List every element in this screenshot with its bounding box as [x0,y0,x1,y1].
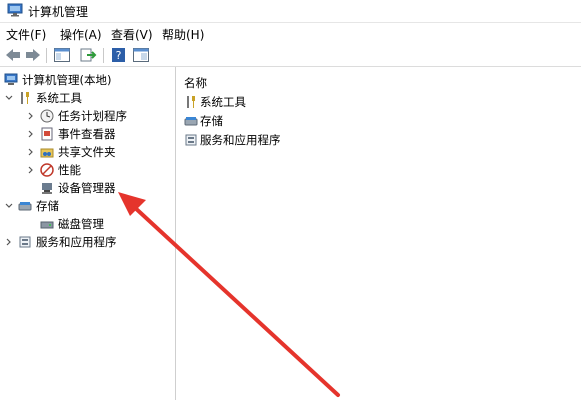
svg-text:?: ? [116,49,122,62]
performance-icon [40,163,54,177]
tree-label: 存储 [36,199,59,213]
list-item[interactable]: 系统工具 [184,93,384,111]
tree-item-device-manager[interactable]: 设备管理器 [26,179,174,197]
tree-item-event-viewer[interactable]: 事件查看器 [26,125,174,143]
list-item[interactable]: 存储 [184,112,384,130]
tree-label: 设备管理器 [58,181,116,195]
computer-management-icon [7,3,23,17]
chevron-down-icon[interactable] [4,89,14,107]
toolbar-separator [46,48,47,63]
tree-item-performance[interactable]: 性能 [26,161,174,179]
clock-icon [40,109,54,123]
menu-file[interactable]: 文件(F) [6,26,46,43]
tree-item-services-apps[interactable]: 服务和应用程序 [4,233,174,251]
tree-item-system-tools[interactable]: 系统工具 [4,89,174,107]
forward-icon[interactable] [24,47,42,63]
tree-label: 事件查看器 [58,127,116,141]
disk-icon [40,217,54,231]
tree-label: 服务和应用程序 [36,235,117,249]
device-manager-icon [40,181,54,195]
tools-icon [184,95,198,109]
tree-item-storage[interactable]: 存储 [4,197,174,215]
chevron-right-icon[interactable] [26,143,36,161]
navigation-tree: 计算机管理(本地) 系统工具 任务计划程序 事件查看器 共享文件夹 性能 设备管… [0,67,176,400]
chevron-right-icon[interactable] [26,125,36,143]
menu-action[interactable]: 操作(A) [60,26,102,43]
tree-label: 计算机管理(本地) [22,73,112,87]
tree-label: 性能 [58,163,81,177]
tree-label: 磁盘管理 [58,217,104,231]
title-bar: 计算机管理 [0,0,581,23]
shared-folder-icon [40,145,54,159]
event-viewer-icon [40,127,54,141]
export-icon[interactable] [79,47,97,63]
column-header-name[interactable]: 名称 [184,75,207,91]
computer-management-icon [4,73,18,87]
chevron-right-icon[interactable] [26,107,36,125]
tree-label: 共享文件夹 [58,145,116,159]
chevron-right-icon[interactable] [26,161,36,179]
list-item[interactable]: 服务和应用程序 [184,131,384,149]
services-icon [184,133,198,147]
storage-icon [18,199,32,213]
help-icon[interactable]: ? [110,47,128,63]
list-item-label: 存储 [200,114,223,128]
services-icon [18,235,32,249]
details-pane: 名称 系统工具 存储 服务和应用程序 [176,67,581,400]
chevron-down-icon[interactable] [4,197,14,215]
toolbar-separator [103,48,104,63]
tree-item-shared-folders[interactable]: 共享文件夹 [26,143,174,161]
chevron-right-icon[interactable] [4,233,14,251]
list-item-label: 系统工具 [200,95,246,109]
storage-icon [184,114,198,128]
menu-help[interactable]: 帮助(H) [162,26,204,43]
properties-icon[interactable] [132,47,150,63]
back-icon[interactable] [4,47,22,63]
tree-label: 任务计划程序 [58,109,127,123]
window-title: 计算机管理 [28,5,89,19]
menu-bar: 文件(F) 操作(A) 查看(V) 帮助(H) [0,23,581,43]
toolbar: ? [0,44,581,67]
show-hide-tree-icon[interactable] [53,47,71,63]
list-item-label: 服务和应用程序 [200,133,281,147]
tools-icon [18,91,32,105]
menu-view[interactable]: 查看(V) [111,26,153,43]
tree-label: 系统工具 [36,91,82,105]
tree-item-disk-management[interactable]: 磁盘管理 [26,215,174,233]
tree-item-root[interactable]: 计算机管理(本地) [4,71,174,89]
tree-item-task-scheduler[interactable]: 任务计划程序 [26,107,174,125]
